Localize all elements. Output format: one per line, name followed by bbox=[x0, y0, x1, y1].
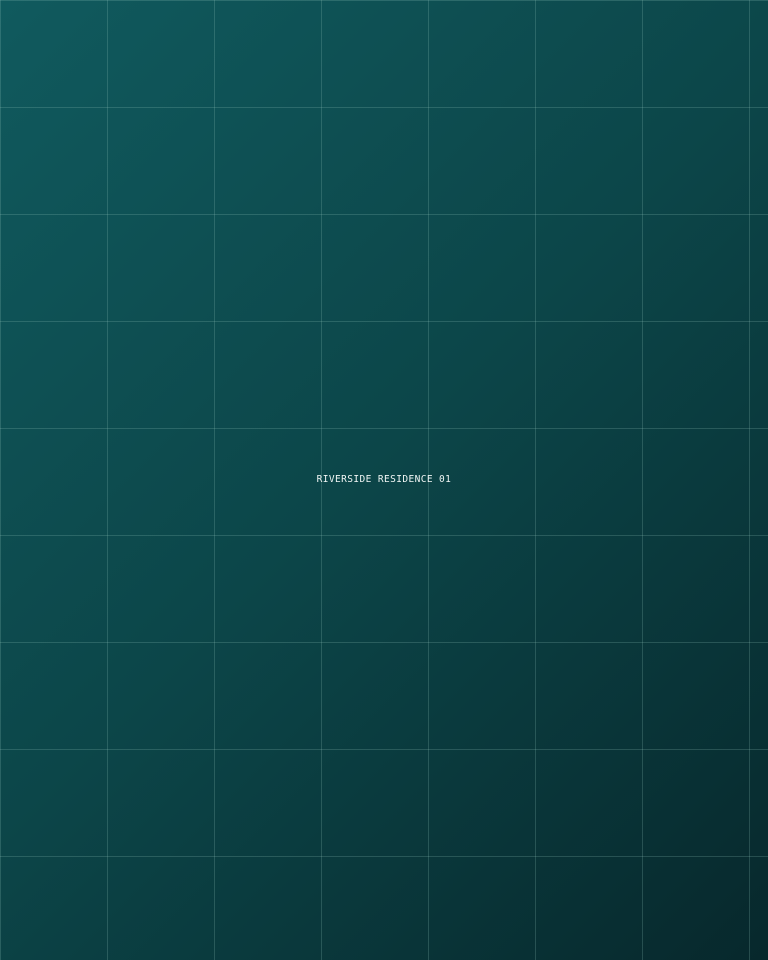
project-title: RIVERSIDE RESIDENCE 01 bbox=[316, 474, 452, 485]
blueprint-canvas: RIVERSIDE RESIDENCE 01 bbox=[0, 0, 768, 960]
